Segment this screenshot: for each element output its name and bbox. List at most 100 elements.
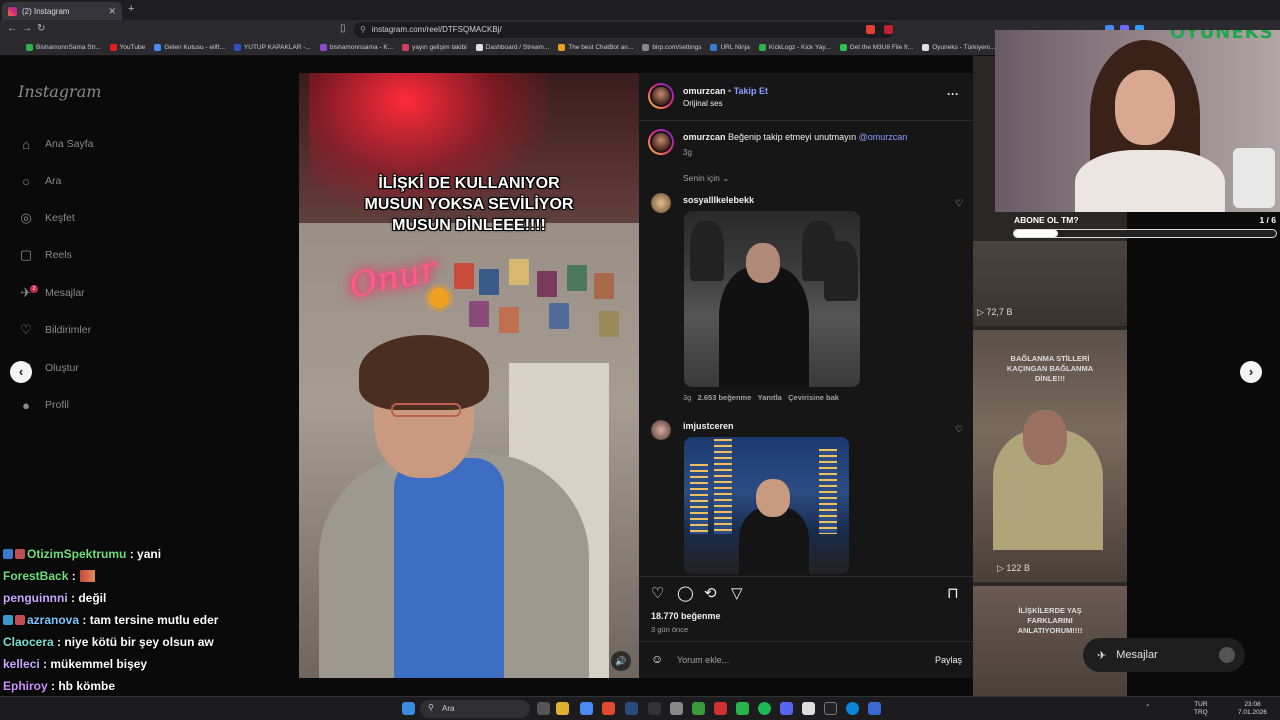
audio-label[interactable]: Orijinal ses: [683, 99, 723, 108]
comment-gif[interactable]: [684, 211, 860, 387]
bookmark-icon[interactable]: ▯: [340, 23, 346, 34]
brave-icon[interactable]: [602, 702, 615, 715]
avatar[interactable]: [651, 420, 671, 440]
comment-gif[interactable]: [684, 437, 849, 574]
app-icon[interactable]: [648, 702, 661, 715]
comment-icon[interactable]: ◯: [677, 584, 694, 602]
app-icon[interactable]: [802, 702, 815, 715]
previous-reel-button[interactable]: ‹: [10, 361, 32, 383]
save-icon[interactable]: ⊓: [947, 584, 959, 602]
new-tab-button[interactable]: +: [128, 3, 134, 15]
more-options-icon[interactable]: ···: [947, 87, 959, 101]
forward-icon[interactable]: →: [22, 23, 32, 34]
extension-icon[interactable]: [884, 25, 893, 34]
repost-icon[interactable]: ⟲: [704, 584, 717, 602]
bookmark-item[interactable]: KickLogz - Kick Yay...: [758, 44, 831, 51]
bookmark-item[interactable]: Oyuneks - Türkiyeni...: [922, 44, 995, 51]
sidebar-item-messages[interactable]: ✈ 2 Mesajlar: [18, 283, 85, 303]
language-indicator[interactable]: TUR TRQ: [1194, 701, 1208, 717]
sidebar-item-explore[interactable]: ◎ Keşfet: [18, 208, 74, 228]
avatar[interactable]: [648, 83, 674, 109]
tab-close-icon[interactable]: ✕: [108, 6, 116, 17]
steam-icon[interactable]: [625, 702, 638, 715]
avatar[interactable]: [651, 193, 671, 213]
translate-button[interactable]: Çevirisine bak: [788, 393, 839, 402]
app-icon[interactable]: [736, 702, 749, 715]
reel-thumbnail[interactable]: ▷ 72,7 B: [973, 241, 1127, 326]
bookmark-item[interactable]: Gelen Kutusu - eilft...: [154, 44, 225, 51]
share-icon[interactable]: ▽: [731, 584, 743, 602]
chat-username: Ephiroy: [3, 679, 48, 693]
edge-icon[interactable]: [846, 702, 859, 715]
xbox-icon[interactable]: [692, 702, 705, 715]
view-count: ▷ 72,7 B: [977, 307, 1013, 317]
bookmark-item[interactable]: Get the M3U8 File fr...: [839, 44, 913, 51]
sidebar-item-reels[interactable]: ▢ Reels: [18, 245, 72, 265]
file-explorer-icon[interactable]: [556, 702, 569, 715]
site-info-icon[interactable]: ⚲: [360, 25, 366, 38]
comment-input[interactable]: Yorum ekle...: [677, 655, 729, 665]
back-icon[interactable]: ←: [7, 23, 17, 34]
poll-count: 1 / 6: [1259, 215, 1276, 225]
bookmark-item[interactable]: Dashboard / Stream...: [475, 44, 549, 51]
reel-thumbnail[interactable]: BAĞLANMA STİLLERİ KAÇINGAN BAĞLANMA DİNL…: [973, 330, 1127, 582]
caption-age: 3g: [683, 148, 692, 157]
browser-tab[interactable]: (2) Instagram ✕: [2, 2, 122, 20]
profile-icon: ●: [22, 397, 30, 413]
messages-label: Mesajlar: [1116, 649, 1158, 661]
caption-username[interactable]: omurzcan: [683, 132, 726, 142]
taskbar-search[interactable]: ⚲ Ara: [420, 700, 530, 718]
reload-icon[interactable]: ↻: [37, 23, 45, 34]
caption-mention[interactable]: @omurzcan: [859, 132, 908, 142]
post-username[interactable]: omurzcan: [683, 86, 726, 96]
instagram-logo[interactable]: Instagram: [18, 82, 101, 101]
tray-chevron-icon[interactable]: ⌃: [1145, 704, 1150, 712]
address-bar[interactable]: ⚲ instagram.com/reel/DTFSQMACKBj/: [354, 22, 894, 38]
bookmark-item[interactable]: yayın gelişim takibi: [402, 44, 467, 51]
bookmark-item[interactable]: URL Ninja: [710, 44, 750, 51]
bookmark-favicon-icon: [475, 44, 483, 51]
app-icon[interactable]: [714, 702, 727, 715]
start-menu-icon[interactable]: [402, 702, 415, 715]
app-icon[interactable]: [824, 702, 837, 715]
app-icon[interactable]: [868, 702, 881, 715]
like-comment-icon[interactable]: ♡: [955, 424, 963, 435]
clock[interactable]: 23:08 7.01.2026: [1238, 701, 1267, 717]
like-icon[interactable]: ♡: [651, 584, 664, 602]
sidebar-item-heart[interactable]: ♡ Bildirimler: [18, 320, 91, 340]
browser-tab-bar: (2) Instagram ✕ +: [0, 0, 1280, 20]
discord-icon[interactable]: [780, 702, 793, 715]
comment-filter[interactable]: Senin için ⌄: [683, 173, 729, 184]
comment-username[interactable]: imjustceren: [683, 421, 734, 431]
bookmark-item[interactable]: The best ChatBot an...: [558, 44, 633, 51]
reel-video[interactable]: Onur İLİŞKİ DE KULLANIYOR MUSUN YOKSA SE…: [299, 73, 639, 678]
next-reel-button[interactable]: ›: [1240, 361, 1262, 383]
bookmark-item[interactable]: YUTUP KAPAKLAR -...: [233, 44, 311, 51]
messages-button[interactable]: ✈ Mesajlar: [1083, 638, 1245, 672]
sidebar-item-search[interactable]: ○ Ara: [18, 171, 61, 191]
mute-icon[interactable]: 🔊: [611, 651, 631, 671]
spotify-icon[interactable]: [758, 702, 771, 715]
like-comment-icon[interactable]: ♡: [955, 198, 963, 209]
bookmark-item[interactable]: bishamonnsama - K...: [319, 44, 393, 51]
post-comment-button[interactable]: Paylaş: [935, 655, 962, 665]
task-view-icon[interactable]: [537, 702, 550, 715]
follow-button[interactable]: Takip Et: [734, 86, 768, 96]
emoji-icon[interactable]: ☺: [651, 652, 663, 666]
reply-button[interactable]: Yanıtla: [758, 393, 782, 402]
chat-badge-icon: [15, 615, 25, 625]
bookmark-item[interactable]: YouTube: [109, 44, 145, 51]
sidebar-item-label: Bildirimler: [45, 324, 92, 336]
bookmark-item[interactable]: BishamonnSama Str...: [26, 44, 101, 51]
app-icon[interactable]: [670, 702, 683, 715]
bookmark-item[interactable]: birp.com/settings: [642, 44, 701, 51]
app-icon[interactable]: [580, 702, 593, 715]
avatar[interactable]: [648, 129, 674, 155]
like-count[interactable]: 18.770 beğenme: [651, 611, 721, 621]
comment-likes[interactable]: 2.653 beğenme: [698, 393, 752, 402]
comment-username[interactable]: sosyallIkelebekk: [683, 195, 754, 205]
extension-icon[interactable]: [866, 25, 875, 34]
sidebar-item-home[interactable]: ⌂ Ana Sayfa: [18, 134, 93, 154]
sidebar-item-profile[interactable]: ● Profil: [18, 395, 69, 415]
home-icon: ⌂: [22, 136, 30, 152]
